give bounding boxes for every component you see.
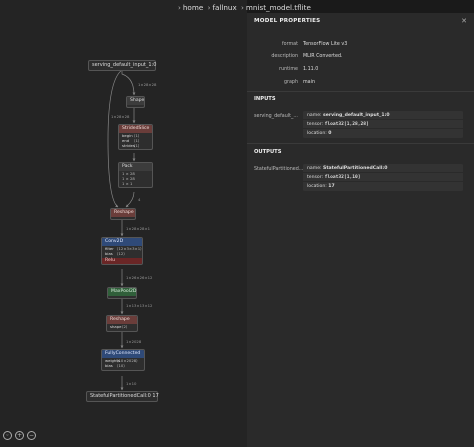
close-icon[interactable]: ✕ (461, 17, 467, 25)
graph-canvas[interactable]: serving_default_input_1:0 1×28×28 Shape … (0, 0, 247, 447)
output-key: StatefulPartitioned... (254, 167, 304, 172)
property-value[interactable]: TensorFlow Lite v3 (303, 42, 347, 47)
input-details-card[interactable]: name: serving_default_input_1:0 tensor: … (303, 111, 463, 138)
node-attr: strides⟨1⟩ (122, 142, 140, 148)
node-reshape-2[interactable]: Reshape shape⟨2⟩ (106, 315, 138, 332)
zoom-out-icon[interactable]: − (27, 431, 36, 440)
outputs-section-title: OUTPUTS (254, 149, 282, 155)
property-key: description (271, 54, 298, 59)
node-strided-slice[interactable]: StridedSlice begin⟨1⟩ end ⟨1⟩ strides⟨1⟩ (118, 124, 153, 151)
node-fully-connected[interactable]: FullyConnected weights⟨10×2028⟩ bias ⟨10⟩ (101, 349, 145, 371)
edge-label: 1×28×28×1 (126, 226, 151, 231)
node-attr: shape⟨2⟩ (110, 324, 128, 329)
output-location-line: location: 17 (307, 183, 335, 189)
input-key: serving_default_... (254, 114, 298, 119)
node-pack-title: Pack (119, 163, 152, 171)
node-reshape-1-title: Reshape (111, 209, 135, 217)
node-reshape-2-title: Reshape (107, 316, 137, 324)
node-fully-connected-title: FullyConnected (102, 350, 144, 358)
property-value[interactable]: MLIR Converted. (303, 54, 343, 59)
node-input-label: serving_default_input_1:0 (92, 62, 157, 68)
node-reshape-1[interactable]: Reshape (110, 208, 136, 220)
node-output[interactable]: StatefulPartitionedCall:0 17 (86, 391, 159, 402)
property-value[interactable]: main (303, 80, 315, 85)
edge-label: 1×10 (126, 381, 137, 386)
node-relu-activation: Relu (102, 257, 142, 264)
breadcrumb-folder[interactable]: fallnux (212, 3, 236, 12)
property-key: graph (283, 80, 298, 85)
input-name-line: name: serving_default_input_1:0 (303, 111, 463, 121)
chevron-right-icon: › (241, 3, 244, 12)
output-tensor-line: tensor: float32[1,10] (303, 173, 463, 183)
input-tensor-line: tensor: float32[1,28,28] (303, 120, 463, 130)
edge-label: 1×2028 (126, 339, 142, 344)
zoom-toolbar: ◦ + − (3, 431, 36, 440)
edge-label: 1×28×28 (138, 82, 157, 87)
zoom-fit-icon[interactable]: ◦ (3, 431, 12, 440)
property-key: runtime (279, 67, 298, 72)
divider (247, 143, 474, 144)
node-shape[interactable]: Shape (126, 96, 145, 108)
node-attr: 1 × 1 (122, 180, 133, 186)
node-attr: bias ⟨12⟩ (105, 250, 125, 256)
edge-label: 1×28×28 (111, 114, 130, 119)
panel-title: MODEL PROPERTIES (254, 18, 321, 24)
edge-label: 4 (138, 197, 141, 202)
model-properties-panel: MODEL PROPERTIES ✕ format TensorFlow Lit… (247, 13, 474, 447)
node-maxpool2d[interactable]: MaxPool2D (107, 287, 137, 299)
node-output-label: StatefulPartitionedCall:0 17 (90, 393, 159, 399)
output-details-card[interactable]: name: StatefulPartitionedCall:0 tensor: … (303, 164, 463, 191)
node-conv2d-title: Conv2D (102, 238, 142, 246)
node-maxpool2d-title: MaxPool2D (108, 288, 136, 296)
node-conv2d[interactable]: Conv2D filter ⟨12×3×3×1⟩ bias ⟨12⟩ Relu (101, 237, 143, 265)
zoom-in-icon[interactable]: + (15, 431, 24, 440)
input-location-line: location: 0 (307, 130, 332, 136)
node-strided-slice-title: StridedSlice (119, 125, 152, 133)
node-shape-title: Shape (127, 97, 144, 105)
output-name-line: name: StatefulPartitionedCall:0 (303, 164, 463, 174)
node-attr: bias ⟨10⟩ (105, 362, 125, 368)
inputs-section-title: INPUTS (254, 96, 276, 102)
breadcrumb-file[interactable]: mnist_model.tflite (246, 3, 311, 12)
chevron-right-icon: › (178, 3, 181, 12)
edge-label: 1×13×13×12 (126, 303, 153, 308)
node-input[interactable]: serving_default_input_1:0 (88, 60, 156, 71)
breadcrumb: › home › fallnux › mnist_model.tflite (178, 3, 313, 12)
divider (247, 91, 474, 92)
property-key: format (281, 42, 298, 47)
edge-label: 1×26×26×12 (126, 275, 153, 280)
breadcrumb-home[interactable]: home (183, 3, 203, 12)
property-value[interactable]: 1.11.0 (303, 67, 318, 72)
node-pack[interactable]: Pack 1 × 28 1 × 28 1 × 1 (118, 162, 153, 189)
chevron-right-icon: › (207, 3, 211, 12)
